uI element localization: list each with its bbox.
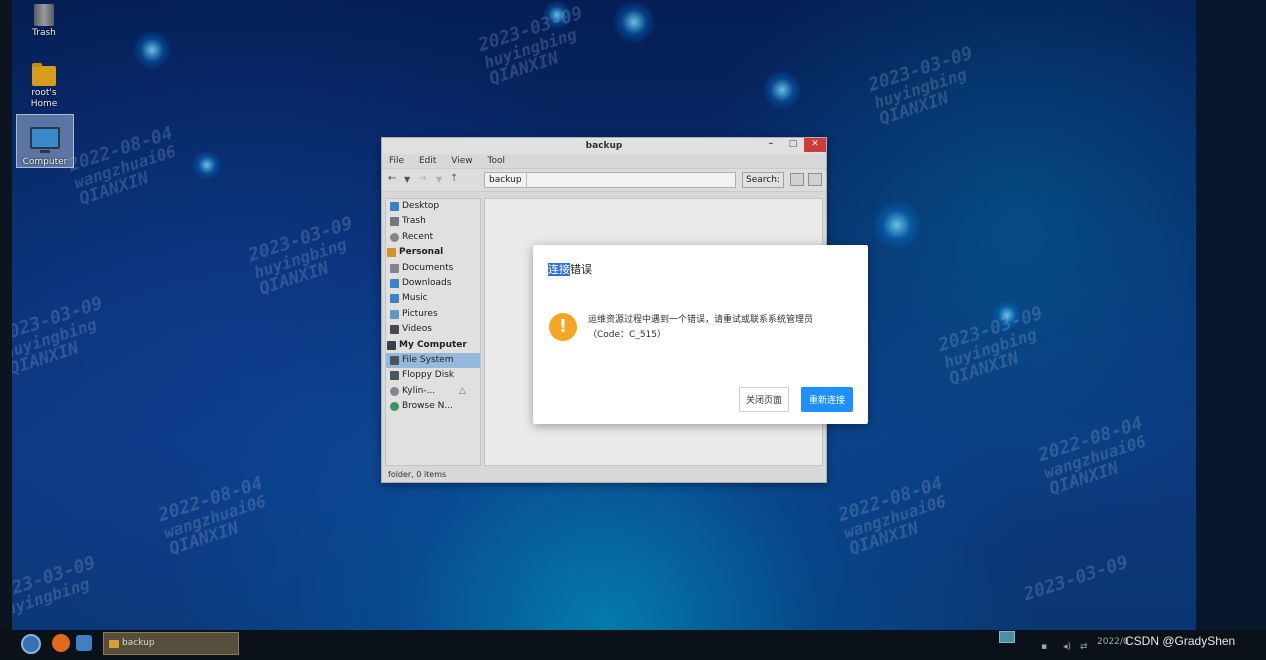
network-tray-icon[interactable]: ⇄ [1080, 642, 1088, 652]
dialog-title: 连接错误 [548, 261, 592, 277]
screen-right-border [1196, 0, 1266, 630]
volume-icon[interactable]: ◂) [1063, 642, 1071, 652]
dialog-title-highlight: 连接 [548, 263, 570, 276]
taskbar-item-label: backup [122, 638, 155, 648]
dialog-message: 运维资源过程中遇到一个错误，请重试或联系系统管理员 （Code：C_515） [588, 313, 813, 343]
dialog-title-rest: 错误 [570, 263, 592, 276]
tray-display-icon[interactable] [999, 631, 1015, 643]
taskbar-item-backup[interactable]: backup [103, 632, 239, 655]
dialog-message-text: 运维资源过程中遇到一个错误，请重试或联系系统管理员 [588, 315, 814, 325]
screen-left-border [0, 0, 12, 660]
close-page-button[interactable]: 关闭页面 [739, 387, 789, 412]
connection-error-dialog: 连接错误 ! 运维资源过程中遇到一个错误，请重试或联系系统管理员 （Code：C… [533, 245, 868, 424]
csdn-watermark: CSDN @GradyShen [1125, 634, 1236, 648]
clock: 2022/0 [1097, 637, 1129, 647]
folder-icon [109, 640, 119, 648]
tray-message-icon[interactable]: ▪ [1041, 642, 1047, 652]
firefox-icon[interactable] [52, 634, 70, 652]
warning-icon: ! [549, 313, 577, 341]
error-code-text: （Code：C_515） [588, 330, 667, 340]
reconnect-button[interactable]: 重新连接 [801, 387, 853, 412]
start-menu-icon[interactable] [21, 634, 41, 654]
file-manager-launcher-icon[interactable] [76, 635, 92, 651]
